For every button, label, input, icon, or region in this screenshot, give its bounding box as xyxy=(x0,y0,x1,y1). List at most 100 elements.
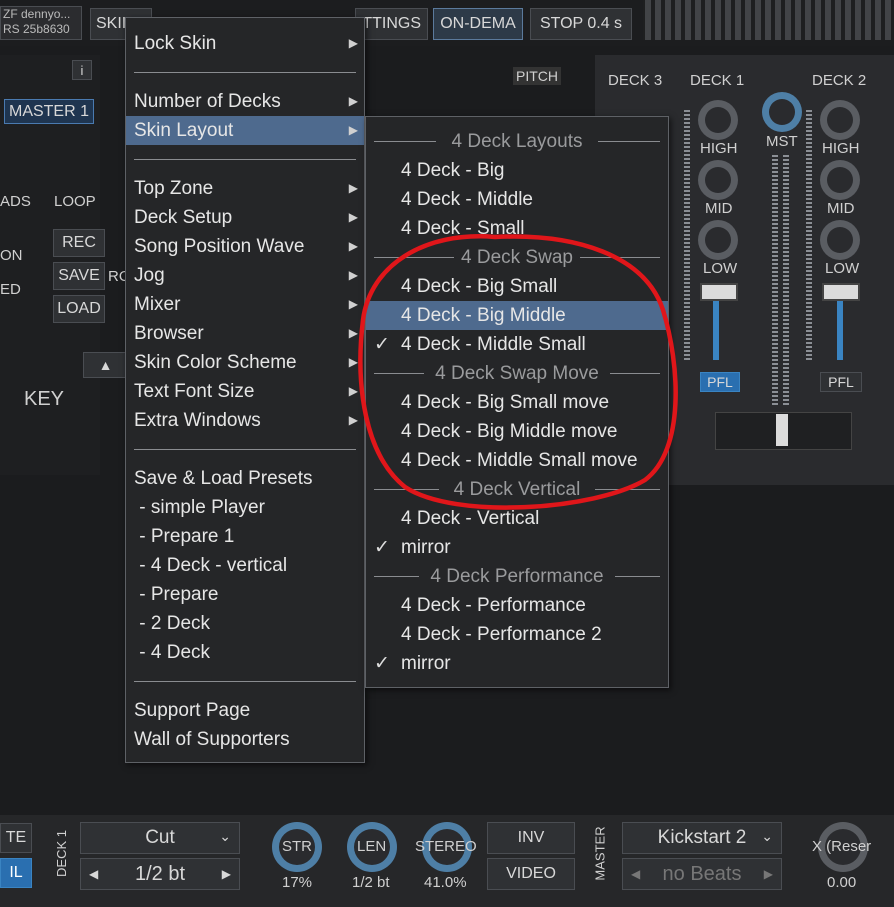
deck1-label: DECK 1 xyxy=(690,72,745,89)
deck2-fader-handle[interactable] xyxy=(822,283,860,301)
menu-item-number-of-decks[interactable]: Number of Decks ▶ xyxy=(126,87,364,116)
menu-item-preset-prepare[interactable]: - Prepare xyxy=(126,580,364,609)
submenu-arrow-icon: ▶ xyxy=(348,36,358,50)
menu-item-skin-layout[interactable]: Skin Layout ▶ xyxy=(126,116,364,145)
layout-item-4-deck-middle[interactable]: 4 Deck - Middle xyxy=(366,185,668,214)
layout-item-mirror-performance[interactable]: ✓ mirror xyxy=(366,649,668,678)
chevron-right-icon[interactable]: ▶ xyxy=(764,867,773,881)
menu-item-extra-windows[interactable]: Extra Windows ▶ xyxy=(126,406,364,435)
deck2-low-label: LOW xyxy=(825,260,860,277)
menu-item-preset-2-deck[interactable]: - 2 Deck xyxy=(126,609,364,638)
menu-item-jog[interactable]: Jog ▶ xyxy=(126,261,364,290)
settings-button[interactable]: TTINGS xyxy=(355,8,428,40)
layout-item-4-deck-performance[interactable]: 4 Deck - Performance xyxy=(366,591,668,620)
master-effect-select[interactable]: Kickstart 2 ⌄ xyxy=(622,822,782,854)
submenu-arrow-icon: ▶ xyxy=(348,123,358,137)
pitch-label: PITCH xyxy=(513,67,561,85)
deck1-mid-knob[interactable] xyxy=(698,160,738,200)
menu-item-mixer[interactable]: Mixer ▶ xyxy=(126,290,364,319)
layout-item-label: 4 Deck - Performance 2 xyxy=(401,624,602,645)
menu-item-song-position-wave[interactable]: Song Position Wave ▶ xyxy=(126,232,364,261)
menu-item-skin-color-scheme[interactable]: Skin Color Scheme ▶ xyxy=(126,348,364,377)
effect-select[interactable]: Cut ⌄ xyxy=(80,822,240,854)
key-label: KEY xyxy=(24,388,65,410)
waveform-overview[interactable] xyxy=(643,0,894,40)
menu-separator xyxy=(134,449,356,450)
menu-item-preset-prepare-1[interactable]: - Prepare 1 xyxy=(126,522,364,551)
menu-item-preset-simple-player[interactable]: - simple Player xyxy=(126,493,364,522)
rec-button[interactable]: REC xyxy=(53,229,105,257)
layout-item-label: 4 Deck - Middle xyxy=(401,189,533,210)
str-value: 17% xyxy=(282,874,313,891)
menu-item-deck-setup[interactable]: Deck Setup ▶ xyxy=(126,203,364,232)
mst-label: MST xyxy=(766,133,798,150)
master-meter-right xyxy=(783,155,789,405)
menu-separator xyxy=(134,681,356,682)
deck2-low-knob[interactable] xyxy=(820,220,860,260)
layout-item-4-deck-performance-2[interactable]: 4 Deck - Performance 2 xyxy=(366,620,668,649)
layout-item-mirror-vertical[interactable]: ✓ mirror xyxy=(366,533,668,562)
beat-stepper[interactable]: ◀ 1/2 bt ▶ xyxy=(80,858,240,890)
menu-item-lock-skin[interactable]: Lock Skin ▶ xyxy=(126,29,364,58)
menu-item-text-font-size[interactable]: Text Font Size ▶ xyxy=(126,377,364,406)
on-demand-button[interactable]: ON-DEMA xyxy=(433,8,523,40)
deck1-fader-handle[interactable] xyxy=(700,283,738,301)
load-button[interactable]: LOAD xyxy=(53,295,105,323)
crossfader-handle[interactable] xyxy=(776,414,788,446)
len-label: LEN xyxy=(357,838,387,855)
menu-item-label: - 2 Deck xyxy=(134,613,211,634)
user-line-2: RS 25b8630 xyxy=(3,22,70,36)
menu-item-label: - simple Player xyxy=(134,497,265,518)
menu-item-label: Lock Skin xyxy=(134,33,217,54)
menu-item-top-zone[interactable]: Top Zone ▶ xyxy=(126,174,364,203)
te-button[interactable]: TE xyxy=(0,823,32,853)
menu-item-browser[interactable]: Browser ▶ xyxy=(126,319,364,348)
deck2-high-knob[interactable] xyxy=(820,100,860,140)
menu-item-support-page[interactable]: Support Page xyxy=(126,696,364,725)
master-volume-knob[interactable] xyxy=(762,92,802,132)
deck1-high-knob[interactable] xyxy=(698,100,738,140)
menu-item-label: Skin Layout xyxy=(134,120,234,141)
x-reser-label: X (Reser xyxy=(812,838,872,855)
chevron-down-icon: ⌄ xyxy=(219,828,231,844)
master-button[interactable]: MASTER 1 xyxy=(4,99,94,124)
deck2-pfl-button[interactable]: PFL xyxy=(820,372,862,392)
master-beat-stepper[interactable]: ◀ no Beats ▶ xyxy=(622,858,782,890)
section-header-4-deck-performance: 4 Deck Performance xyxy=(366,562,668,591)
no-beats-value: no Beats xyxy=(662,862,742,885)
beat-value: 1/2 bt xyxy=(134,862,186,885)
il-button[interactable]: IL xyxy=(0,858,32,888)
str-label: STR xyxy=(282,838,312,855)
info-button[interactable]: i xyxy=(72,60,92,80)
section-header-4-deck-layouts: 4 Deck Layouts xyxy=(366,127,668,156)
deck1-low-knob[interactable] xyxy=(698,220,738,260)
menu-item-label: Text Font Size xyxy=(134,381,255,402)
eject-button[interactable]: ▲ xyxy=(83,352,128,378)
layout-item-label: 4 Deck - Performance xyxy=(401,595,586,616)
stop-button[interactable]: STOP 0.4 s xyxy=(530,8,632,40)
deck2-mid-knob[interactable] xyxy=(820,160,860,200)
chevron-left-icon[interactable]: ◀ xyxy=(631,867,640,881)
deck3-label: DECK 3 xyxy=(608,72,663,89)
video-button[interactable]: VIDEO xyxy=(487,858,575,890)
inv-button[interactable]: INV xyxy=(487,822,575,854)
menu-item-preset-4-deck[interactable]: - 4 Deck xyxy=(126,638,364,667)
menu-item-label: Song Position Wave xyxy=(134,236,305,257)
deck2-high-label: HIGH xyxy=(822,140,860,157)
master-meter-left xyxy=(772,155,778,405)
effect-select-value: Cut xyxy=(145,827,175,848)
menu-item-wall-of-supporters[interactable]: Wall of Supporters xyxy=(126,725,364,754)
save-button[interactable]: SAVE xyxy=(53,262,105,290)
menu-item-preset-4-deck-vertical[interactable]: - 4 Deck - vertical xyxy=(126,551,364,580)
chevron-down-icon: ⌄ xyxy=(761,828,773,844)
chevron-left-icon[interactable]: ◀ xyxy=(89,867,98,881)
ed-label: ED xyxy=(0,281,21,298)
master-effect-value: Kickstart 2 xyxy=(657,827,747,848)
deck1-pfl-button[interactable]: PFL xyxy=(700,372,740,392)
len-value: 1/2 bt xyxy=(352,874,390,891)
menu-item-label: Skin Color Scheme xyxy=(134,352,297,373)
menu-item-save-load-presets[interactable]: Save & Load Presets xyxy=(126,464,364,493)
layout-item-4-deck-big[interactable]: 4 Deck - Big xyxy=(366,156,668,185)
chevron-right-icon[interactable]: ▶ xyxy=(222,867,231,881)
red-annotation-circle xyxy=(358,234,678,510)
